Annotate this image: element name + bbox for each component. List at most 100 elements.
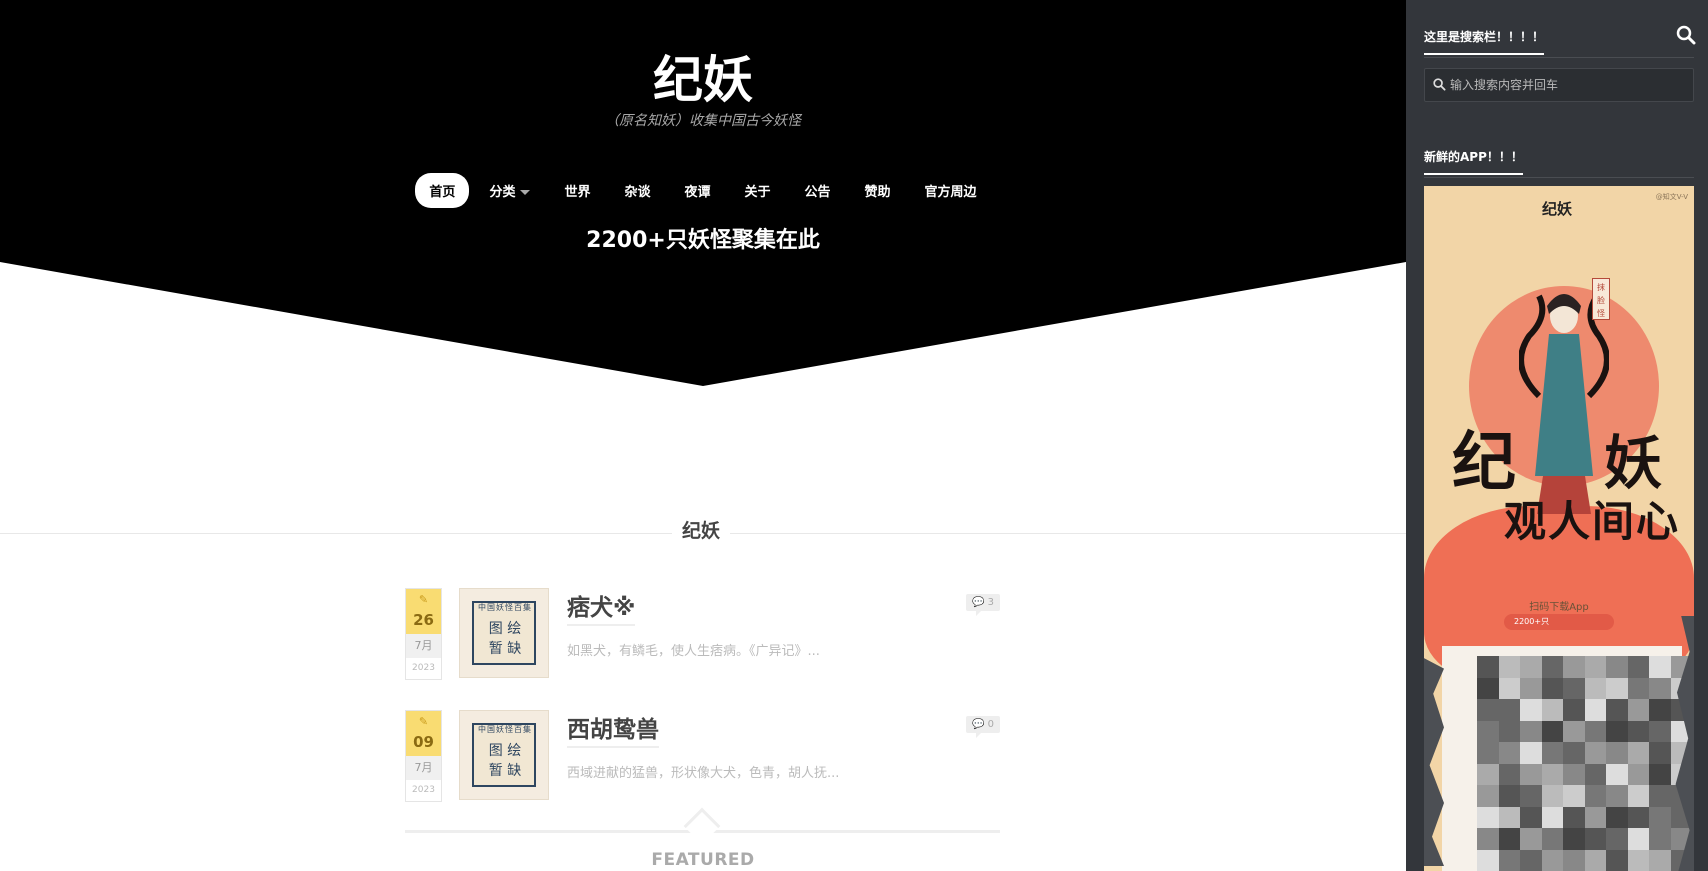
post-month: 7月: [406, 756, 441, 780]
qr-mosaic-cell: [1649, 763, 1671, 785]
qr-mosaic-cell: [1520, 720, 1542, 742]
qr-mosaic-cell: [1477, 785, 1499, 807]
qr-mosaic-cell: [1606, 742, 1628, 764]
qr-mosaic-cell: [1649, 785, 1671, 807]
qr-mosaic-cell: [1477, 742, 1499, 764]
nav-item-about[interactable]: 关于: [731, 173, 785, 208]
qr-mosaic-cell: [1606, 828, 1628, 850]
nav-item-sponsor[interactable]: 赞助: [851, 173, 905, 208]
qr-mosaic-cell: [1498, 763, 1520, 785]
post-title[interactable]: 西胡鸷兽: [567, 710, 659, 748]
nav-item-category[interactable]: 分类: [475, 173, 544, 208]
nav-item-misc[interactable]: 杂谈: [610, 173, 664, 208]
qr-mosaic-cell: [1498, 828, 1520, 850]
post-thumbnail[interactable]: 中国妖怪百集 图 绘暂 缺: [459, 710, 549, 800]
qr-mosaic-cell: [1627, 828, 1649, 850]
qr-mosaic-cell: [1649, 742, 1671, 764]
sidebar: 这里是搜索栏！！！！ 新鲜的APP！！！ 纪妖 @知文V-V: [1406, 0, 1708, 871]
post-year: 2023: [412, 785, 435, 795]
post-date-top: ✎ 09: [406, 711, 441, 756]
qr-mosaic-cell: [1477, 849, 1499, 871]
qr-mosaic-cell: [1627, 699, 1649, 721]
post-day: 26: [413, 611, 434, 629]
qr-mosaic-cell: [1563, 785, 1585, 807]
qr-mosaic-cell: [1498, 699, 1520, 721]
search-icon[interactable]: [1676, 25, 1696, 45]
main-nav: 首页 分类 世界 杂谈 夜谭 关于 公告 赞助 官方周边: [0, 173, 1406, 208]
nav-item-merch[interactable]: 官方周边: [911, 173, 991, 208]
poster-logo: 纪妖: [1542, 200, 1573, 218]
qr-mosaic-cell: [1627, 849, 1649, 871]
featured-notch: [683, 807, 721, 845]
widget-title-underline: [1424, 57, 1694, 58]
qr-mosaic-cell: [1606, 720, 1628, 742]
qr-mosaic-cell: [1649, 720, 1671, 742]
post-year: 2023: [412, 663, 435, 673]
qr-mosaic-cell: [1520, 828, 1542, 850]
nav-item-announcement[interactable]: 公告: [791, 173, 845, 208]
site-header: 纪妖 （原名知妖）收集中国古今妖怪 首页 分类 世界 杂谈 夜谭 关于 公告 赞…: [0, 0, 1406, 400]
thumbnail-caption: 中国妖怪百集: [478, 725, 532, 734]
qr-card: [1442, 646, 1692, 871]
qr-mosaic-cell: [1563, 763, 1585, 785]
post-date-top: ✎ 26: [406, 589, 441, 634]
qr-mosaic-cell: [1541, 656, 1563, 678]
qr-mosaic-cell: [1563, 806, 1585, 828]
qr-mosaic-cell: [1584, 849, 1606, 871]
qr-mosaic-cell: [1563, 849, 1585, 871]
qr-mosaic-cell: [1520, 806, 1542, 828]
qr-mosaic-cell: [1541, 828, 1563, 850]
widget-title-underline: [1424, 177, 1694, 178]
qr-mosaic-cell: [1477, 720, 1499, 742]
nav-item-world[interactable]: 世界: [550, 173, 604, 208]
qr-mosaic-cell: [1649, 849, 1671, 871]
qr-mosaic-cell: [1627, 806, 1649, 828]
thumbnail-caption: 中国妖怪百集: [478, 603, 532, 612]
qr-mosaic-cell: [1563, 828, 1585, 850]
comment-icon: 💬: [971, 719, 985, 730]
qr-mosaic-cell: [1584, 763, 1606, 785]
qr-mosaic-cell: [1606, 656, 1628, 678]
post-item: ✎ 09 7月 2023 中国妖怪百集 图 绘暂 缺 西胡鸷兽 西域进献的猛兽，…: [405, 710, 1000, 802]
qr-mosaic-cell: [1606, 849, 1628, 871]
qr-mosaic-cell: [1627, 656, 1649, 678]
poster-calligraphy-3: 观人间心: [1504, 497, 1681, 546]
featured-heading: FEATURED: [651, 850, 755, 870]
poster-credit: @知文V-V: [1655, 193, 1688, 201]
qr-mosaic-cell: [1563, 720, 1585, 742]
qr-mosaic-cell: [1649, 699, 1671, 721]
caret-down-icon: [520, 190, 531, 195]
app-promo-poster[interactable]: 纪妖 @知文V-V 抹 脸 怪 纪 妖 观人间心 扫码下载App 2200+只: [1424, 186, 1694, 871]
qr-mosaic-cell: [1520, 699, 1542, 721]
comment-count: 3: [987, 597, 994, 608]
qr-mosaic-cell: [1541, 806, 1563, 828]
nav-item-night-tales[interactable]: 夜谭: [670, 173, 724, 208]
qr-mosaic-cell: [1584, 742, 1606, 764]
qr-mosaic-cell: [1498, 656, 1520, 678]
post-item: ✎ 26 7月 2023 中国妖怪百集 图 绘暂 缺 痞犬※ 如黑犬，有鳞毛，使…: [405, 588, 1000, 680]
post-date: ✎ 09 7月 2023: [405, 710, 442, 802]
qr-mosaic-cell: [1606, 677, 1628, 699]
qr-mosaic-cell: [1627, 677, 1649, 699]
qr-mosaic-cell: [1649, 806, 1671, 828]
post-title[interactable]: 痞犬※: [567, 588, 636, 626]
qr-mosaic-cell: [1606, 699, 1628, 721]
comment-count-badge[interactable]: 💬 0: [965, 716, 1000, 738]
qr-mosaic-cell: [1584, 806, 1606, 828]
qr-mosaic-cell: [1563, 742, 1585, 764]
qr-mosaic-cell: [1477, 699, 1499, 721]
poster-caption: 扫码下载App: [1529, 602, 1589, 613]
comment-count-badge[interactable]: 💬 3: [965, 594, 1000, 616]
qr-mosaic-cell: [1520, 785, 1542, 807]
nav-item-home[interactable]: 首页: [415, 173, 470, 208]
post-thumbnail[interactable]: 中国妖怪百集 图 绘暂 缺: [459, 588, 549, 678]
post-excerpt: 西域进献的猛兽，形状像大犬，色青，胡人抚...: [567, 766, 840, 781]
site-title[interactable]: 纪妖: [0, 40, 1406, 112]
qr-mosaic-cell: [1649, 677, 1671, 699]
qr-mosaic-cell: [1498, 742, 1520, 764]
search-input[interactable]: [1424, 68, 1694, 102]
qr-mosaic-cell: [1541, 742, 1563, 764]
qr-mosaic-cell: [1520, 742, 1542, 764]
qr-mosaic-cell: [1563, 699, 1585, 721]
section-title: 纪妖: [672, 516, 731, 543]
